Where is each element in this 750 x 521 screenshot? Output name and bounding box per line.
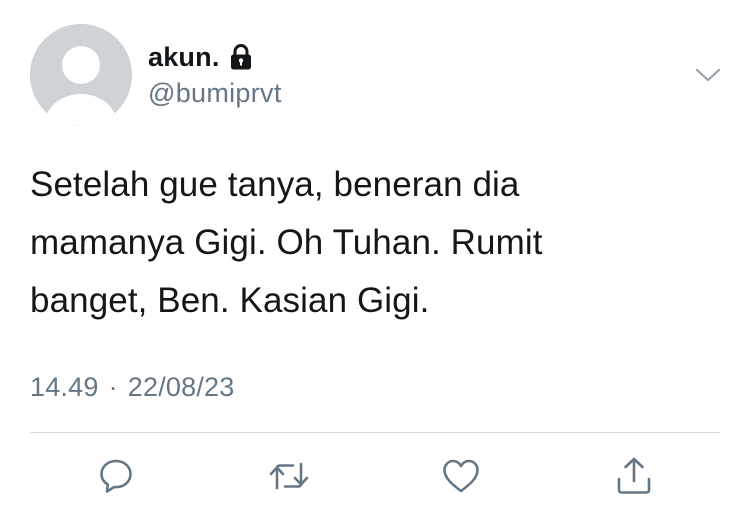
meta-separator: · — [108, 372, 118, 402]
share-button[interactable] — [610, 452, 658, 500]
divider — [30, 432, 720, 433]
chevron-down-icon[interactable] — [694, 62, 722, 86]
tweet-card: akun. @bumiprvt Setelah gue tanya, bener… — [0, 0, 750, 521]
heart-icon — [443, 459, 479, 493]
reply-button[interactable] — [92, 452, 140, 500]
tweet-timestamp[interactable]: 14.49 · 22/08/23 — [30, 372, 234, 403]
retweet-button[interactable] — [265, 452, 313, 500]
default-avatar-icon — [30, 24, 132, 126]
reply-icon — [100, 459, 132, 493]
avatar[interactable] — [30, 24, 132, 126]
tweet-text: Setelah gue tanya, beneran dia mamanya G… — [30, 165, 543, 320]
lock-icon — [230, 44, 251, 70]
user-handle[interactable]: @bumiprvt — [148, 78, 282, 109]
tweet-time: 14.49 — [30, 372, 99, 402]
retweet-icon — [269, 462, 309, 490]
author-name-row: akun. — [148, 40, 254, 74]
display-name[interactable]: akun. — [148, 42, 220, 73]
like-button[interactable] — [437, 452, 485, 500]
share-icon — [617, 457, 651, 494]
tweet-actions — [0, 452, 750, 500]
tweet-date: 22/08/23 — [127, 372, 235, 402]
